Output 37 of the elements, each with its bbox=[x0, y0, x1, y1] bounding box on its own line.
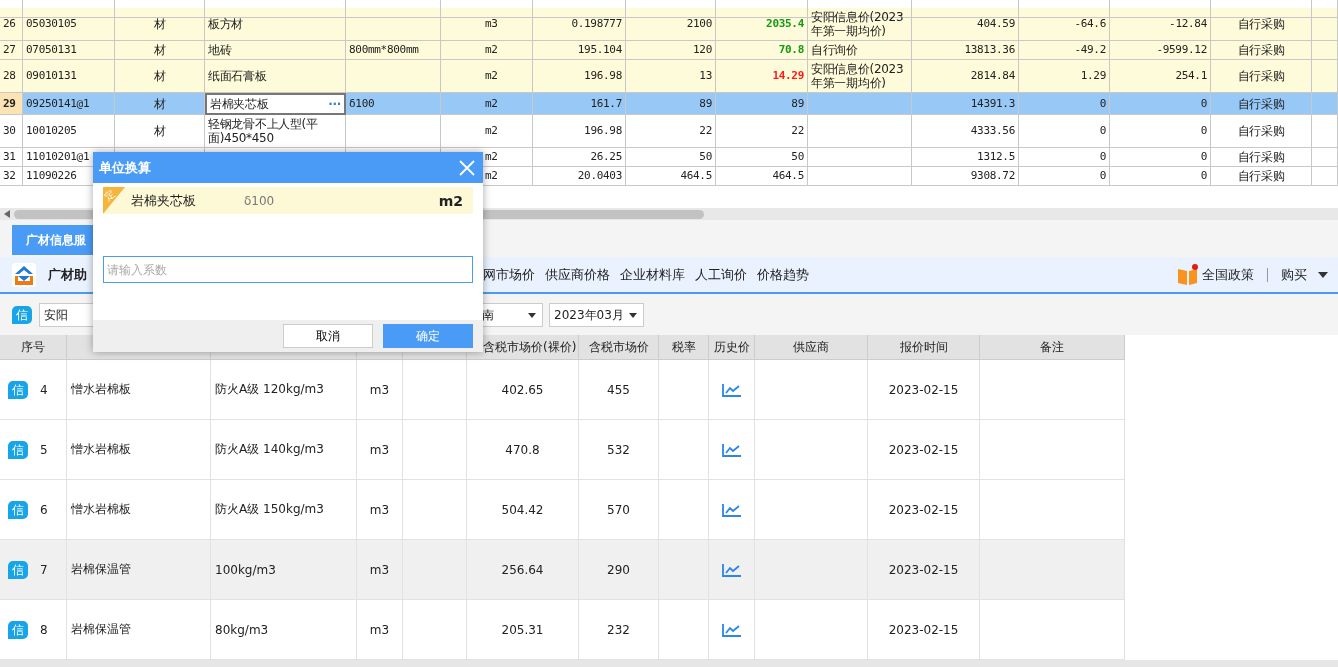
cell-editor[interactable]: 岩棉夹芯板 ··· bbox=[205, 93, 346, 115]
table-cell: 0 bbox=[1019, 167, 1110, 186]
table-cell: 20.0403 bbox=[533, 167, 626, 186]
info-badge: 信 bbox=[8, 500, 28, 519]
material-name: 岩棉夹芯板 bbox=[131, 191, 197, 210]
nav-link[interactable]: 供应商价格 bbox=[545, 265, 610, 284]
info-badge: 信 bbox=[8, 620, 28, 639]
nav-link[interactable]: 价格趋势 bbox=[757, 265, 809, 284]
table-cell: 9308.72 bbox=[912, 167, 1019, 186]
buy-menu[interactable]: 购买 bbox=[1281, 265, 1307, 284]
info-badge: 信 bbox=[8, 380, 28, 399]
row-number: 7 bbox=[40, 562, 48, 577]
material-unit: m2 bbox=[438, 192, 463, 209]
table-cell: 464.5 bbox=[626, 167, 716, 186]
info-badge: 信 bbox=[12, 306, 32, 324]
cancel-button[interactable]: 取消 bbox=[283, 324, 373, 348]
row-number: 29 bbox=[0, 93, 23, 115]
material-spec: δ100 bbox=[244, 193, 275, 208]
ellipsis-button[interactable]: ··· bbox=[328, 97, 341, 111]
table-cell: 464.5 bbox=[716, 167, 808, 186]
row-number: 32 bbox=[0, 167, 23, 186]
row-number: 5 bbox=[40, 442, 48, 457]
info-badge: 信 bbox=[8, 440, 28, 459]
row-number: 4 bbox=[40, 382, 48, 397]
table-cell: 0 bbox=[1110, 167, 1211, 186]
coefficient-field[interactable]: 请输入系数 bbox=[103, 256, 473, 283]
nav-link[interactable]: 网市场价 bbox=[483, 265, 535, 284]
brand-name: 广材助 bbox=[48, 265, 87, 284]
policy-link[interactable]: 全国政策 bbox=[1202, 265, 1254, 284]
nav-link[interactable]: 企业材料库 bbox=[620, 265, 685, 284]
info-badge: 信 bbox=[8, 560, 28, 579]
table-cell: 自行采购 bbox=[1211, 167, 1312, 186]
nav-link[interactable]: 人工询价 bbox=[695, 265, 747, 284]
dropdown[interactable]: 2023年03月 bbox=[549, 303, 644, 327]
editor-text: 岩棉夹芯板 bbox=[210, 97, 269, 111]
row-number: 8 bbox=[40, 622, 48, 637]
row-number: 6 bbox=[40, 502, 48, 517]
